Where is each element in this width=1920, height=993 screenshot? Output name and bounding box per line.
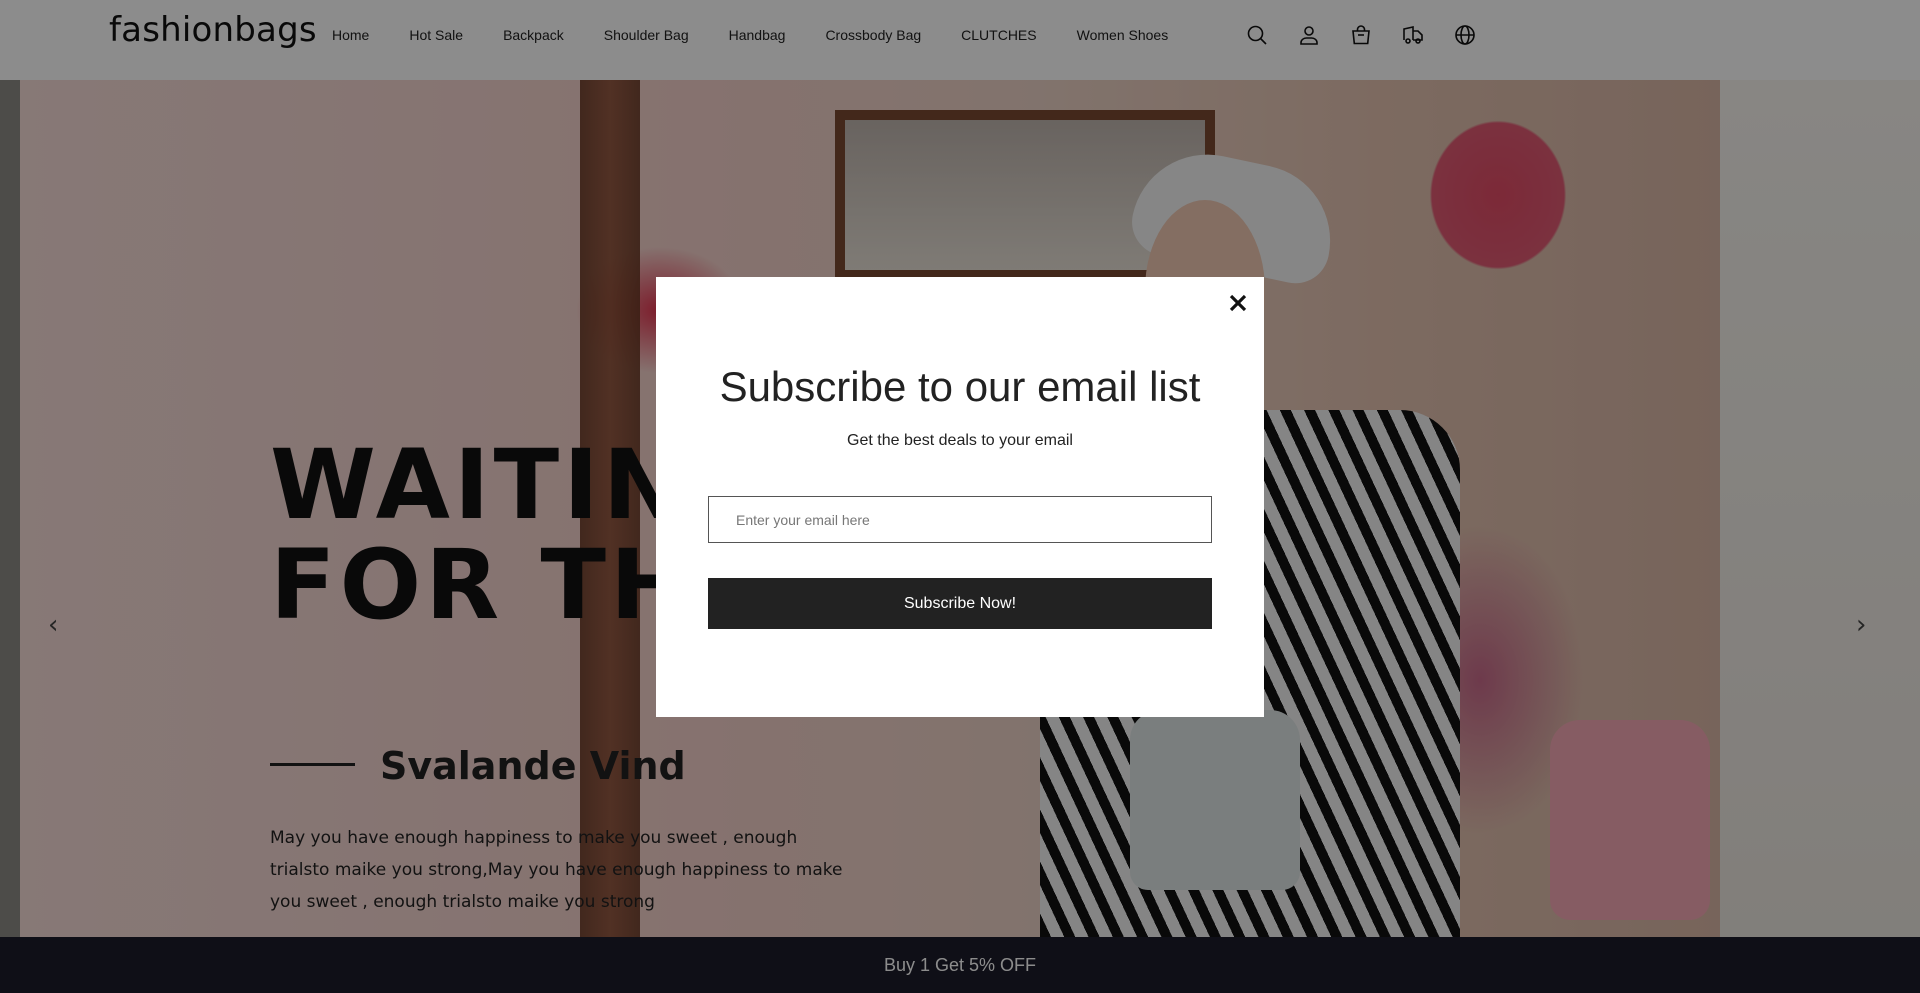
modal-title: Subscribe to our email list	[719, 363, 1201, 410]
close-icon[interactable]	[1224, 289, 1252, 317]
subscribe-button[interactable]: Subscribe Now!	[708, 578, 1212, 629]
email-input[interactable]	[708, 496, 1212, 543]
modal-subtitle: Get the best deals to your email	[847, 432, 1073, 449]
subscribe-modal: Subscribe to our email list Get the best…	[656, 277, 1264, 717]
